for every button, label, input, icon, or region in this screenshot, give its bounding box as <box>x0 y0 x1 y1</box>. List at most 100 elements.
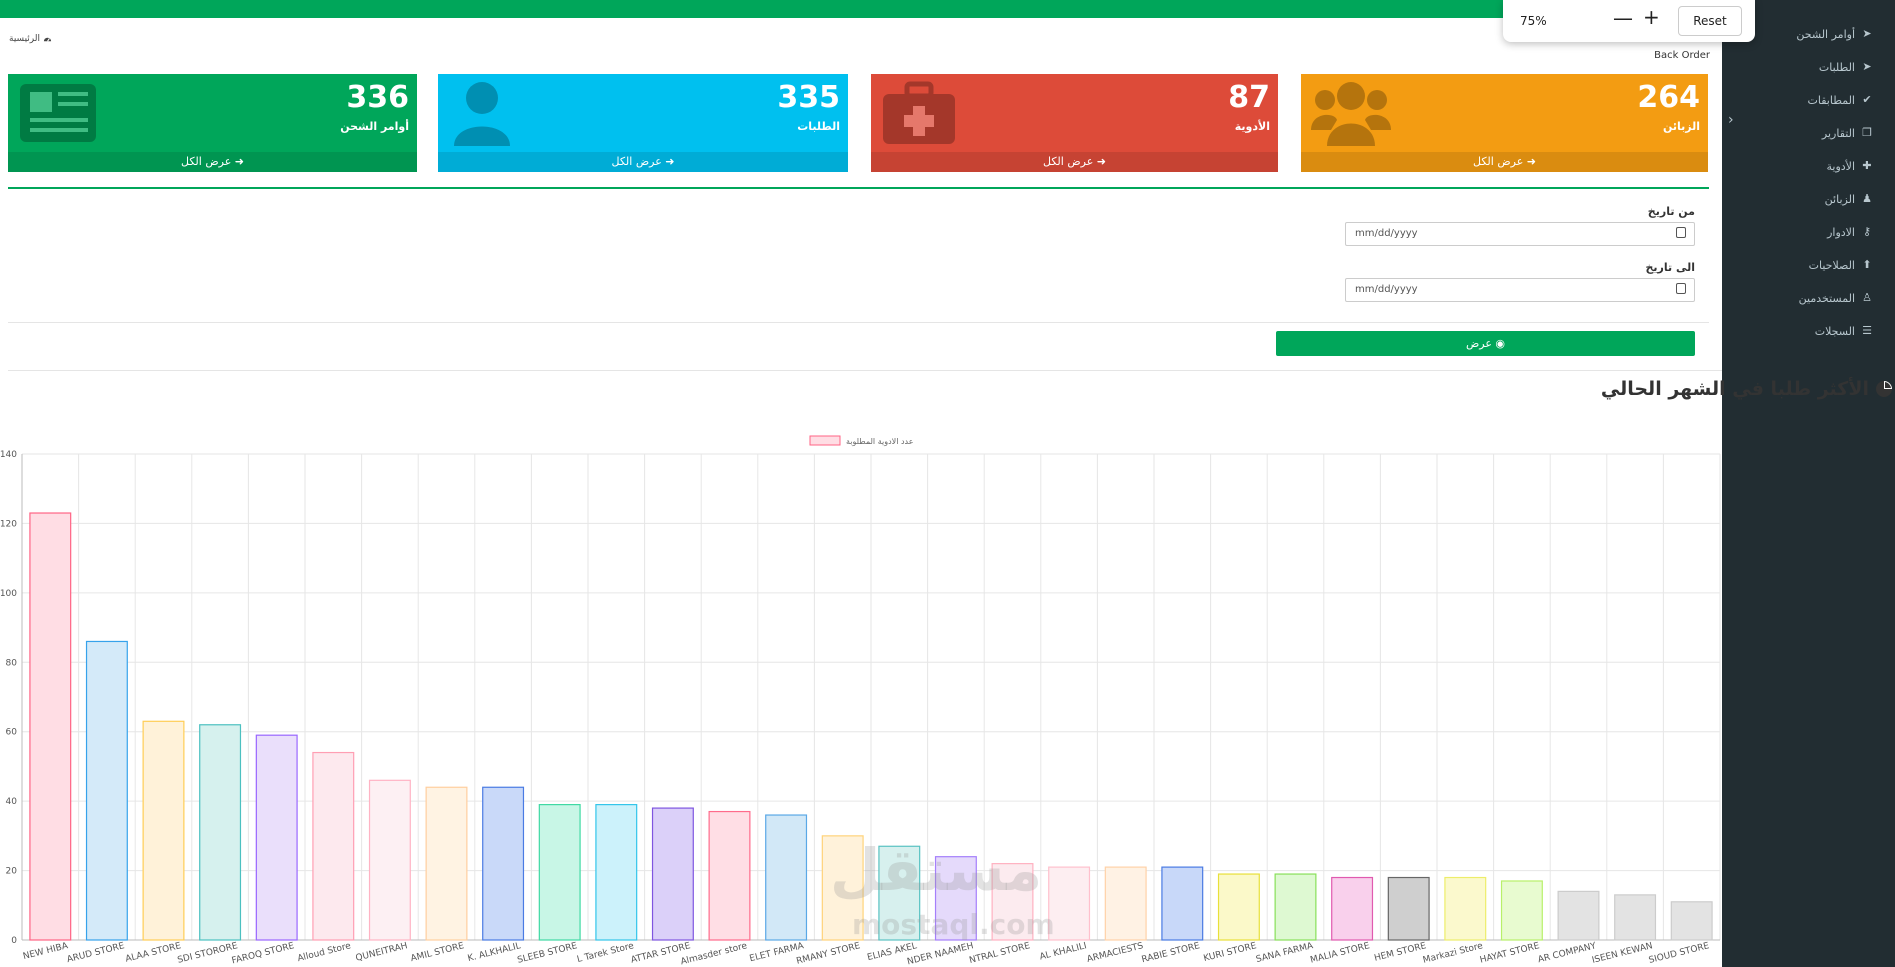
bar <box>255 734 298 941</box>
sidebar-item[interactable]: ❐ التقارير <box>1822 123 1873 143</box>
bar <box>1444 876 1487 941</box>
sidebar-item[interactable]: ✚ الأدوية <box>1827 156 1874 176</box>
stat-value: 264 <box>1637 80 1700 115</box>
bar <box>482 786 525 941</box>
medkit-icon: ✚ <box>1862 159 1872 172</box>
check-icon: ✔ <box>1862 93 1872 106</box>
bar <box>708 810 751 941</box>
y-tick-label: 20 <box>6 867 18 877</box>
stat-value: 87 <box>1228 80 1270 115</box>
breadcrumb-home-label[interactable]: الرئيسية <box>9 34 40 44</box>
bar <box>1614 894 1657 941</box>
y-tick-label: 100 <box>0 589 17 599</box>
form-bottom-separator <box>8 370 1722 371</box>
calendar-icon[interactable] <box>1676 283 1686 294</box>
list-icon: ☰ <box>1862 324 1872 337</box>
view-all-label: عرض الكل <box>1043 155 1094 168</box>
x-tick-label: ALAA STORE <box>124 941 182 965</box>
chart-title-text: الأكثر طلبا في الشهر الحالي <box>1600 378 1869 400</box>
x-tick-label: NEW HIBA <box>22 941 70 962</box>
breadcrumb[interactable]: الرئيسية <box>9 34 52 44</box>
bar <box>312 751 355 941</box>
sidebar-item[interactable]: ♟ الزبائن <box>1825 189 1873 209</box>
arrow-circle-icon: ➜ <box>234 155 244 168</box>
sidebar-item-label: السجلات <box>1814 324 1855 338</box>
page-subtitle: Back Order <box>1654 50 1710 61</box>
to-date-input[interactable]: mm/dd/yyyy <box>1345 278 1695 302</box>
form-separator <box>8 322 1709 323</box>
x-tick-label: AMIL STORE <box>410 941 466 964</box>
x-tick-label: KURI STORE <box>1203 941 1258 964</box>
watermark-logo: مستقل <box>830 836 1043 904</box>
user-doctor-icon <box>448 80 528 146</box>
to-date-label: الى تاريخ <box>1645 261 1695 274</box>
bar <box>199 724 242 941</box>
x-tick-label: RMANY STORE <box>795 941 861 967</box>
bar <box>1048 866 1091 941</box>
bar <box>85 640 128 941</box>
view-all-label: عرض الكل <box>181 155 232 168</box>
from-date-input[interactable]: mm/dd/yyyy <box>1345 222 1695 246</box>
collapse-chevron-icon[interactable]: › <box>1728 112 1734 128</box>
sidebar-item[interactable]: ✔ المطابقات <box>1808 90 1873 110</box>
x-tick-label: HAYAT STORE <box>1479 941 1541 966</box>
pie-chart-icon <box>1876 381 1892 397</box>
arrow-circle-icon: ➜ <box>1526 155 1536 168</box>
x-tick-label: AR COMPANY <box>1537 941 1598 965</box>
view-all-link[interactable]: عرض الكل ➜ <box>1301 152 1708 172</box>
stat-card: 335 الطلبات عرض الكل ➜ <box>438 74 848 172</box>
bar <box>368 779 411 941</box>
users-icon: ♟ <box>1862 192 1872 205</box>
bar <box>1274 873 1317 941</box>
from-date-label: من تاريخ <box>1647 205 1695 218</box>
sidebar-item[interactable]: ⬆ الصلاحيات <box>1809 255 1873 275</box>
y-tick-label: 40 <box>6 797 18 807</box>
x-tick-label: SLEEB STORE <box>516 941 578 966</box>
x-tick-label: RABIE STORE <box>1141 941 1202 965</box>
copy-icon: ❐ <box>1862 126 1872 139</box>
sidebar-item[interactable]: ➤ أوامر الشحن <box>1796 24 1873 44</box>
users-icon <box>1311 80 1391 146</box>
x-tick-label: Markazi Store <box>1422 941 1484 966</box>
view-all-link[interactable]: عرض الكل ➜ <box>8 152 417 172</box>
calendar-icon[interactable] <box>1676 227 1686 238</box>
bar <box>1670 901 1713 941</box>
sidebar-item[interactable]: ♙ المستخدمين <box>1799 288 1873 308</box>
watermark-url: mostaql.com <box>852 908 1055 941</box>
x-tick-label: AL KHALILI <box>1039 941 1088 962</box>
view-all-link[interactable]: عرض الكل ➜ <box>438 152 848 172</box>
x-tick-label: Alloud Store <box>296 941 352 964</box>
stat-card: 264 الزبائن عرض الكل ➜ <box>1301 74 1708 172</box>
top-navbar <box>0 0 1722 18</box>
section-divider <box>8 187 1709 189</box>
show-button-label: عرض <box>1465 337 1492 350</box>
show-button[interactable]: عرض ◉ <box>1276 331 1695 356</box>
y-tick-label: 80 <box>6 658 18 668</box>
sidebar-item[interactable]: ⚷ الادوار <box>1827 222 1873 242</box>
x-tick-label: QUNEITRAH <box>355 941 409 964</box>
stat-value: 336 <box>346 80 409 115</box>
sidebar-item-label: الطلبات <box>1818 60 1855 74</box>
view-all-link[interactable]: عرض الكل ➜ <box>871 152 1278 172</box>
bar <box>1161 866 1204 941</box>
stat-card: 336 أوامر الشحن عرض الكل ➜ <box>8 74 417 172</box>
sidebar-item-label: الادوار <box>1827 225 1855 239</box>
stat-label: الأدوية <box>1234 120 1270 133</box>
x-tick-label: L Tarek Store <box>576 941 635 965</box>
bar <box>651 807 694 941</box>
sidebar-item-label: التقارير <box>1821 126 1855 140</box>
sidebar-item-label: المستخدمين <box>1798 291 1855 305</box>
arrow-circle-icon: ➜ <box>1096 155 1106 168</box>
bar <box>765 814 808 941</box>
sidebar-item[interactable]: ➤ الطلبات <box>1819 57 1873 77</box>
bar <box>1387 876 1430 941</box>
x-tick-label: SANA FARMA <box>1255 941 1315 965</box>
view-all-label: عرض الكل <box>1473 155 1524 168</box>
x-tick-label: K. ALKHALIL <box>467 941 522 964</box>
stat-label: أوامر الشحن <box>340 120 409 133</box>
sidebar-item-label: الأدوية <box>1826 159 1856 173</box>
x-tick-label: ARUD STORE <box>66 941 126 965</box>
sidebar-item[interactable]: ☰ السجلات <box>1815 321 1873 341</box>
sidebar-item-label: المطابقات <box>1807 93 1855 107</box>
sidebar: › ➤ أوامر الشحن ➤ الطلبات ✔ المطابقات ❐ التقاري… <box>1722 0 1895 967</box>
